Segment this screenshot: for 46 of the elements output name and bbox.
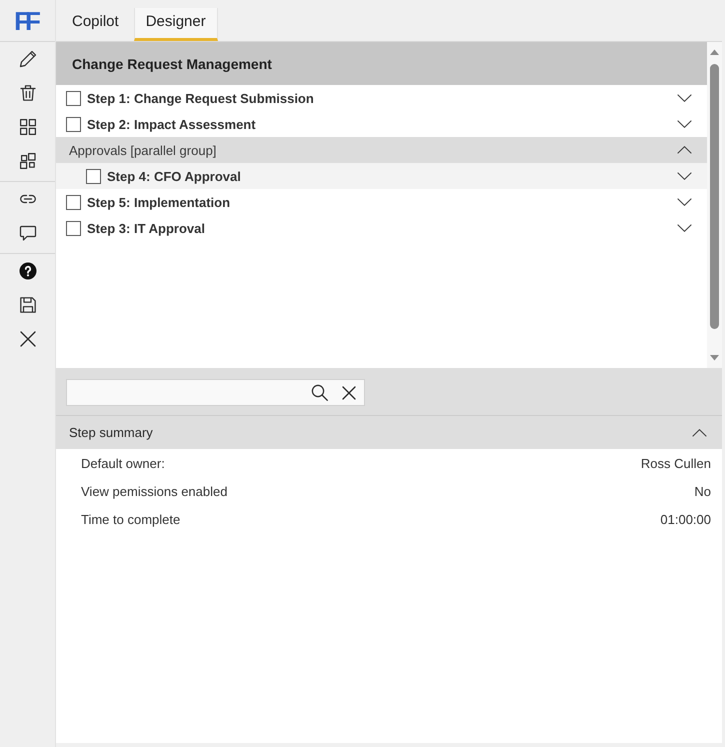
- grid-icon: [18, 118, 36, 136]
- summary-title: Step summary: [69, 425, 153, 440]
- scrollbar-thumb[interactable]: [710, 64, 719, 329]
- chevron-down-icon[interactable]: [677, 94, 692, 102]
- step-label[interactable]: Step 4: CFO Approval: [107, 168, 241, 184]
- close-icon: [18, 330, 36, 348]
- chevron-down-icon[interactable]: [677, 172, 692, 180]
- step-label[interactable]: Step 1: Change Request Submission: [87, 90, 314, 106]
- chevron-up-icon[interactable]: [692, 428, 707, 436]
- chevron-down-icon[interactable]: [677, 224, 692, 232]
- delete-icon: [18, 84, 36, 102]
- checkbox[interactable]: [66, 90, 81, 106]
- property-value: Ross Cullen: [640, 456, 711, 470]
- property-value: No: [694, 484, 711, 498]
- property-label: Time to complete: [81, 512, 180, 526]
- step-label[interactable]: Step 2: Impact Assessment: [87, 116, 256, 132]
- step-row[interactable]: Step 4: CFO Approval: [56, 163, 707, 189]
- group-label: Approvals [parallel group]: [69, 142, 216, 158]
- group-header[interactable]: Approvals [parallel group]: [56, 137, 707, 163]
- scroll-down-icon[interactable]: [710, 355, 719, 361]
- checkbox[interactable]: [86, 168, 101, 184]
- comment-icon: [18, 224, 36, 242]
- scroll-up-icon[interactable]: [710, 49, 719, 55]
- chevron-down-icon[interactable]: [677, 198, 692, 206]
- search-field[interactable]: [66, 379, 365, 406]
- chevron-down-icon[interactable]: [677, 120, 692, 128]
- checkbox[interactable]: [66, 194, 81, 210]
- logo: FF: [14, 6, 38, 34]
- property-value: 01:00:00: [660, 512, 711, 526]
- tab[interactable]: Copilot: [60, 8, 131, 41]
- edit-icon: [18, 50, 36, 68]
- tab[interactable]: Designer: [134, 8, 218, 41]
- property-label: Default owner:: [81, 456, 165, 470]
- help-icon: [18, 262, 36, 280]
- checkbox[interactable]: [66, 116, 81, 132]
- search-icon[interactable]: [311, 384, 328, 401]
- layout-icon: [18, 152, 36, 170]
- chevron-up-icon[interactable]: [677, 146, 692, 154]
- summary-header[interactable]: Step summary: [56, 416, 722, 449]
- property-label: View pemissions enabled: [81, 484, 228, 498]
- close-icon[interactable]: [342, 386, 356, 400]
- save-icon: [18, 296, 36, 314]
- checkbox[interactable]: [66, 220, 81, 236]
- step-label[interactable]: Step 5: Implementation: [87, 194, 230, 210]
- process-title: Change Request Management: [56, 42, 707, 85]
- step-label[interactable]: Step 3: IT Approval: [87, 220, 205, 236]
